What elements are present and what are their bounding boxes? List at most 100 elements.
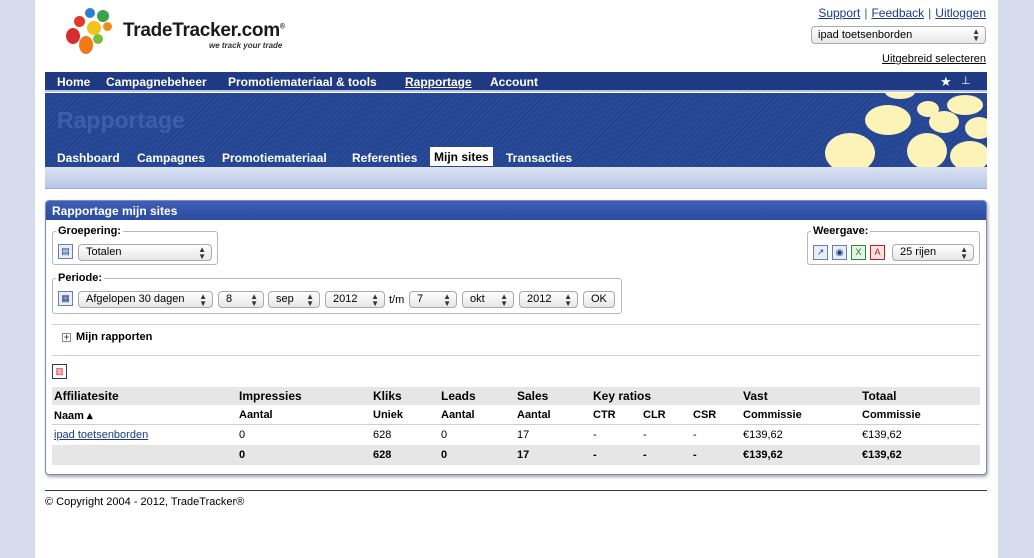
sitemap-icon[interactable]: ⊥ [961, 74, 971, 87]
calendar-icon[interactable]: ▦ [58, 291, 73, 306]
total-cell: - [643, 449, 647, 461]
from-year-value: 2012 [333, 293, 358, 305]
footer-divider [45, 490, 987, 491]
total-cell: 17 [517, 449, 530, 461]
subnav-campaigns[interactable]: Campagnes [133, 149, 209, 167]
to-day-value: 7 [417, 293, 424, 305]
select-arrows-icon: ▲ ▼ [972, 27, 980, 43]
subnav-promo-material[interactable]: Promotiemateriaal [218, 149, 331, 167]
nav-reporting[interactable]: Rapportage [405, 75, 472, 89]
table-cell: - [693, 429, 697, 441]
subheader-cell[interactable]: CTR [593, 409, 616, 421]
from-year-select[interactable]: 2012 ▲ ▼ [325, 291, 385, 308]
col-header-impressions: Impressies [239, 389, 302, 403]
view-legend: Weergave: [813, 225, 869, 237]
nav-promo-tools[interactable]: Promotiemateriaal & tools [228, 75, 377, 89]
col-header-key-ratios: Key ratios [593, 389, 652, 403]
table-subheader-row: Naam ▴ Aantal Uniek Aantal Aantal CTR CL… [52, 405, 980, 425]
subheader-cell[interactable]: Commissie [743, 409, 802, 421]
select-arrows-icon: ▲ ▼ [250, 292, 258, 308]
select-arrows-icon: ▲ ▼ [198, 245, 206, 261]
logout-link[interactable]: Uitloggen [935, 6, 986, 20]
subnav-references[interactable]: Referenties [348, 149, 421, 167]
subheader-cell[interactable]: Aantal [441, 409, 475, 421]
select-arrows-icon: ▲ ▼ [443, 292, 451, 308]
to-year-select[interactable]: 2012 ▲ ▼ [519, 291, 578, 308]
top-links: Support | Feedback | Uitloggen [818, 6, 986, 20]
star-icon[interactable]: ★ [940, 74, 952, 90]
total-cell: €139,62 [862, 449, 902, 461]
col-header-leads: Leads [441, 389, 476, 403]
col-header-sales: Sales [517, 389, 549, 403]
separator: | [928, 6, 932, 20]
table-total-row: 0 628 0 17 - - - €139,62 €139,62 [52, 445, 980, 465]
web-export-icon[interactable]: ◉ [832, 245, 847, 260]
subheader-cell[interactable]: Uniek [373, 409, 403, 421]
period-range-select[interactable]: Afgelopen 30 dagen ▲ ▼ [78, 291, 213, 308]
col-header-affiliatesite: Affiliatesite [54, 389, 119, 403]
table-cell: 0 [239, 429, 246, 441]
support-link[interactable]: Support [818, 6, 860, 20]
from-month-select[interactable]: sep ▲ ▼ [268, 291, 320, 308]
table-cell: 628 [373, 429, 392, 441]
ok-button[interactable]: OK [583, 291, 615, 308]
subheader-cell[interactable]: Commissie [862, 409, 921, 421]
nav-home[interactable]: Home [57, 75, 90, 89]
col-header-total: Totaal [862, 389, 897, 403]
copyright: © Copyright 2004 - 2012, TradeTracker® [45, 496, 245, 508]
to-year-value: 2012 [527, 293, 552, 305]
report-panel: Rapportage mijn sites Groepering: ▤ Tota… [45, 200, 987, 475]
subnav-dashboard[interactable]: Dashboard [53, 149, 124, 167]
separator: | [864, 6, 868, 20]
my-reports-label: Mijn rapporten [76, 331, 153, 343]
nav-account[interactable]: Account [490, 75, 538, 89]
table-cell: €139,62 [862, 429, 902, 441]
to-month-value: okt [470, 293, 485, 305]
col-header-clicks: Kliks [373, 389, 402, 403]
advanced-select-link[interactable]: Uitgebreid selecteren [882, 53, 986, 65]
rows-select-value: 25 rijen [900, 246, 937, 258]
from-month-value: sep [276, 293, 294, 305]
grouping-legend: Groepering: [58, 225, 121, 237]
site-link[interactable]: ipad toetsenborden [54, 429, 148, 441]
table-cell: €139,62 [743, 429, 783, 441]
main-nav: Home Campagnebeheer Promotiemateriaal & … [45, 72, 987, 92]
subnav-transactions[interactable]: Transacties [502, 149, 576, 167]
total-cell: - [693, 449, 697, 461]
subheader-cell[interactable]: CLR [643, 409, 666, 421]
site-select[interactable]: ipad toetsenborden ▲ ▼ [811, 26, 986, 44]
section-banner: Rapportage Dashboard Campagnes Promotiem… [45, 93, 987, 167]
pdf-icon[interactable]: A [870, 245, 885, 260]
select-arrows-icon: ▲ ▼ [500, 292, 508, 308]
subheader-cell[interactable]: Aantal [239, 409, 273, 421]
subheader-cell[interactable]: Aantal [517, 409, 551, 421]
total-cell: 0 [441, 449, 448, 461]
select-arrows-icon: ▲ ▼ [199, 292, 207, 308]
select-arrows-icon: ▲ ▼ [960, 245, 968, 261]
period-legend: Periode: [58, 272, 103, 284]
column-chooser-icon[interactable]: ▥ [52, 364, 67, 379]
excel-icon[interactable]: X [851, 245, 866, 260]
rows-select[interactable]: 25 rijen ▲ ▼ [892, 244, 974, 261]
logo-wordmark: TradeTracker.com® [123, 20, 285, 41]
logo[interactable]: TradeTracker.com® we track your trade [65, 8, 295, 60]
divider [52, 355, 980, 356]
to-month-select[interactable]: okt ▲ ▼ [462, 291, 514, 308]
feedback-link[interactable]: Feedback [871, 6, 924, 20]
nav-campaign-management[interactable]: Campagnebeheer [106, 75, 207, 89]
subnav-my-sites[interactable]: Mijn sites [430, 147, 493, 166]
grouping-select[interactable]: Totalen ▲ ▼ [78, 244, 212, 261]
total-cell: €139,62 [743, 449, 783, 461]
my-reports-toggle[interactable]: + Mijn rapporten [62, 331, 152, 343]
from-day-select[interactable]: 8 ▲ ▼ [218, 291, 264, 308]
sort-name-header[interactable]: Naam ▴ [54, 409, 93, 422]
table-cell: - [593, 429, 597, 441]
to-day-select[interactable]: 7 ▲ ▼ [409, 291, 457, 308]
table-cell: 0 [441, 429, 448, 441]
spreadsheet-export-icon[interactable]: ↗ [813, 245, 828, 260]
total-cell: 628 [373, 449, 392, 461]
total-cell: 0 [239, 449, 246, 461]
subheader-cell[interactable]: CSR [693, 409, 716, 421]
divider [52, 324, 980, 325]
subnav-strip [45, 167, 987, 189]
